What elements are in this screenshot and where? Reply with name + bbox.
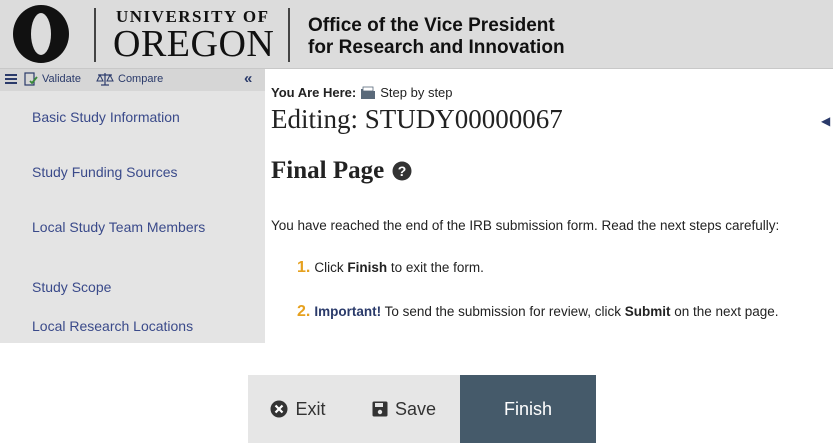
step-number: 2. — [297, 303, 311, 320]
save-icon — [372, 401, 388, 417]
main-content: You Are Here: Step by step Editing: STUD… — [271, 69, 833, 343]
breadcrumb-step-by-step[interactable]: Step by step — [380, 85, 452, 100]
step-text: to exit the form. — [387, 260, 484, 275]
validate-label: Validate — [42, 73, 81, 85]
finish-button[interactable]: Finish — [460, 375, 596, 443]
save-button[interactable]: Save — [348, 375, 460, 443]
oregon-o-logo-icon — [13, 5, 69, 63]
hamburger-menu-icon[interactable] — [4, 72, 18, 86]
exit-button[interactable]: Exit — [248, 375, 348, 443]
header-divider — [288, 8, 290, 62]
logo-oregon-text: OREGON — [113, 23, 275, 65]
step-bold: Finish — [347, 260, 388, 275]
validate-button[interactable]: Validate — [24, 72, 81, 86]
save-label: Save — [394, 398, 437, 419]
office-title-line2: for Research and Innovation — [308, 37, 565, 58]
step-bold: Submit — [624, 304, 671, 319]
step-number: 1. — [297, 259, 311, 276]
compare-button[interactable]: Compare — [96, 72, 163, 86]
page-title-text: Final Page — [271, 157, 385, 184]
help-icon[interactable]: ? — [392, 161, 412, 181]
important-label: Important! — [314, 304, 382, 319]
validate-icon — [24, 72, 38, 86]
step-text: on the next page. — [670, 304, 779, 319]
sidebar-item-local-research-locations[interactable]: Local Research Locations — [32, 318, 232, 334]
step-text: Click — [314, 260, 348, 275]
nav-arrow-icon[interactable]: ◀ — [821, 114, 830, 128]
exit-label: Exit — [295, 398, 326, 419]
step-text: To send the submission for review, click — [381, 304, 625, 319]
breadcrumb: You Are Here: Step by step — [271, 85, 453, 100]
footer-button-bar: Exit Save Finish — [248, 375, 596, 443]
site-header: UNIVERSITY OF OREGON Office of the Vice … — [0, 0, 833, 69]
close-circle-icon — [270, 400, 288, 418]
step-2: 2. Important! To send the submission for … — [297, 303, 779, 321]
folder-icon — [361, 86, 376, 99]
svg-text:?: ? — [398, 163, 407, 179]
office-title-line1: Office of the Vice President — [308, 15, 555, 36]
sidebar-item-study-funding-sources[interactable]: Study Funding Sources — [32, 164, 232, 180]
sidebar: Validate Compare « Basic Study Informati… — [0, 69, 265, 343]
page-title: Final Page ? — [271, 157, 412, 185]
step-1: 1. Click Finish to exit the form. — [297, 259, 484, 277]
double-chevron-left-icon[interactable]: « — [244, 70, 252, 87]
sidebar-item-study-scope[interactable]: Study Scope — [32, 279, 232, 295]
you-are-here-label: You Are Here: — [271, 85, 357, 100]
sidebar-toolbar: Validate Compare « — [0, 69, 265, 91]
compare-label: Compare — [118, 73, 164, 85]
logo-divider — [94, 8, 96, 62]
scales-icon — [96, 73, 114, 86]
sidebar-item-local-study-team-members[interactable]: Local Study Team Members — [32, 219, 232, 235]
editing-title: Editing: STUDY00000067 — [271, 104, 563, 134]
sidebar-item-basic-study-information[interactable]: Basic Study Information — [32, 109, 232, 125]
intro-text: You have reached the end of the IRB subm… — [271, 218, 780, 233]
